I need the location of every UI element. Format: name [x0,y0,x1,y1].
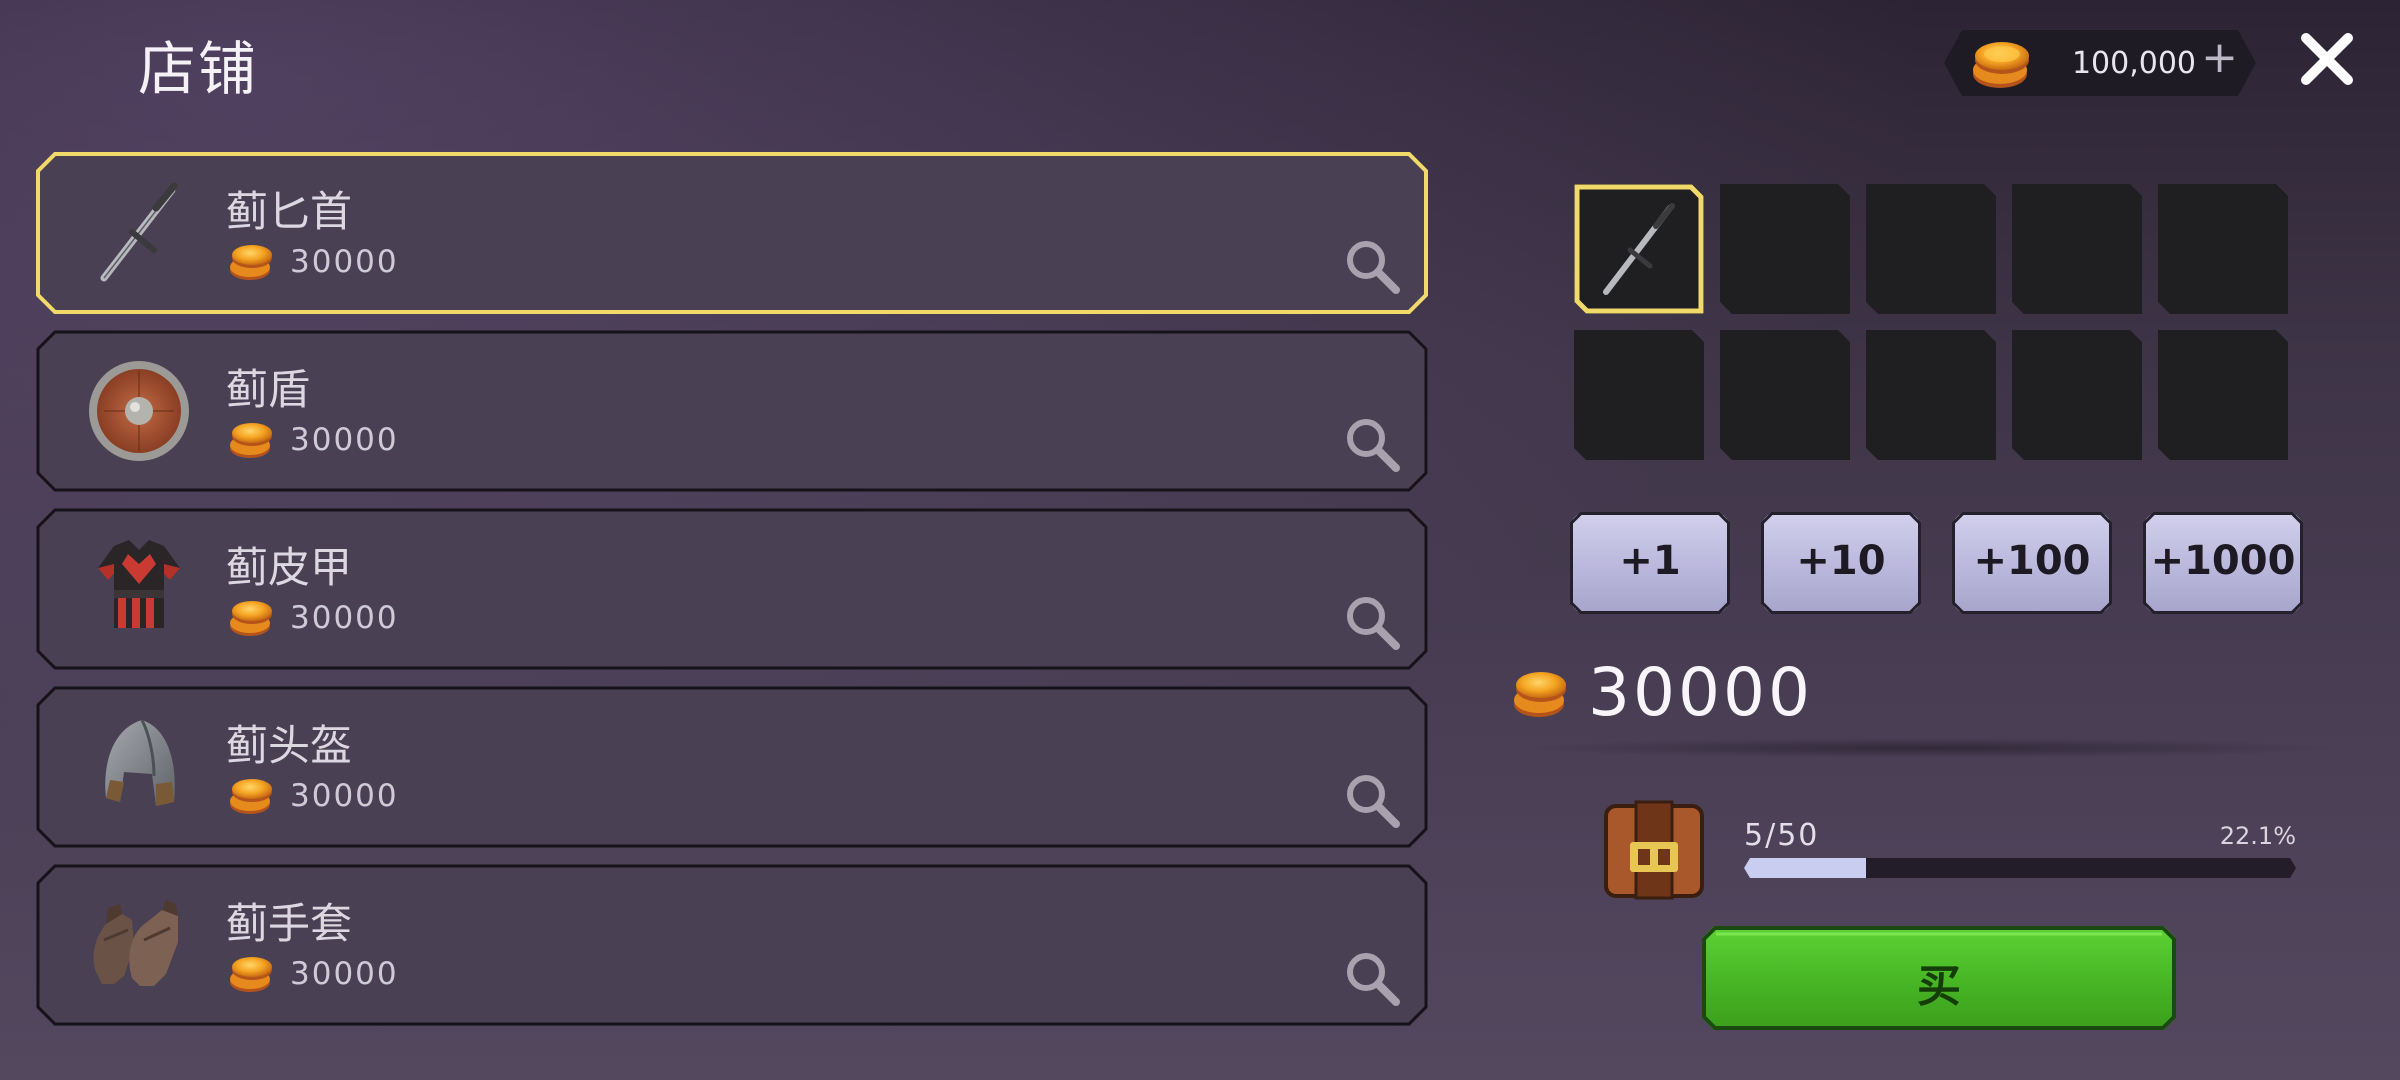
magnifier-icon[interactable] [1342,236,1402,296]
gold-coin-icon [226,596,276,640]
add-10-button[interactable]: +10 [1761,512,1921,614]
gold-coin-icon [226,774,276,818]
inventory-slot[interactable] [1866,184,1996,314]
currency-display[interactable]: 100,000 + [1944,30,2256,96]
dagger-icon [74,168,204,298]
capacity-label: 5/50 [1744,818,1820,853]
buy-button[interactable]: 买 [1702,926,2176,1030]
leather-armor-icon [74,524,204,654]
capacity-bar [1744,858,2296,878]
add-1000-label: +1000 [2150,538,2296,584]
close-icon[interactable] [2298,30,2356,88]
shop-item[interactable]: 蓟匕首 30000 [36,152,1428,314]
inventory-slot[interactable] [1720,330,1850,460]
backpack-icon [1600,796,1708,902]
total-price: 30000 [1588,654,1813,731]
inventory-slot[interactable] [2012,184,2142,314]
round-shield-icon [74,346,204,476]
helmet-icon [74,702,204,832]
item-name: 蓟头盔 [226,721,353,770]
divider [1520,738,2340,758]
shop-item[interactable]: 蓟手套 30000 [36,864,1428,1026]
item-price: 30000 [290,244,399,280]
dagger-icon [1603,203,1675,295]
item-price: 30000 [290,778,399,814]
shop-item[interactable]: 蓟盾 30000 [36,330,1428,492]
inventory-slot[interactable] [2158,330,2288,460]
plus-icon[interactable]: + [2201,36,2238,80]
inventory-slot[interactable] [1574,330,1704,460]
inventory-slot[interactable] [2158,184,2288,314]
item-price: 30000 [290,422,399,458]
add-100-button[interactable]: +100 [1952,512,2112,614]
gold-coin-icon [1966,30,2038,96]
gold-coin-icon [226,240,276,284]
selected-slot-frame [1574,184,1704,314]
inventory-slot[interactable] [2012,330,2142,460]
add-10-label: +10 [1796,538,1886,584]
item-name: 蓟盾 [226,365,311,414]
currency-amount: 100,000 [2071,46,2196,81]
capacity-percent: 22.1% [2219,822,2296,850]
magnifier-icon[interactable] [1342,414,1402,474]
add-1-label: +1 [1619,538,1681,584]
magnifier-icon[interactable] [1342,948,1402,1008]
item-name: 蓟手套 [226,899,353,948]
inventory-slot[interactable] [1720,184,1850,314]
magnifier-icon[interactable] [1342,770,1402,830]
inventory-slot[interactable] [1866,330,1996,460]
item-price: 30000 [290,956,399,992]
gold-coin-icon [1510,664,1572,724]
add-1000-button[interactable]: +1000 [2143,512,2303,614]
shop-item[interactable]: 蓟皮甲 30000 [36,508,1428,670]
add-1-button[interactable]: +1 [1570,512,1730,614]
item-name: 蓟皮甲 [226,543,353,592]
gloves-icon [74,880,204,1010]
page-title: 店铺 [138,35,259,103]
buy-label: 买 [1917,961,1961,1012]
gold-coin-icon [226,418,276,462]
shop-item[interactable]: 蓟头盔 30000 [36,686,1428,848]
magnifier-icon[interactable] [1342,592,1402,652]
add-100-label: +100 [1973,538,2091,584]
capacity-bar-fill [1744,858,1866,878]
item-price: 30000 [290,600,399,636]
item-name: 蓟匕首 [226,187,353,236]
gold-coin-icon [226,952,276,996]
